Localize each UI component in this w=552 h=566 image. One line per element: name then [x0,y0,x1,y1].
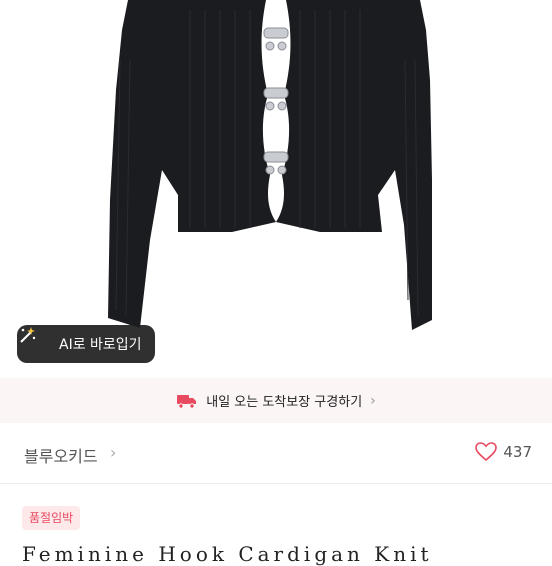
product-title: Feminine Hook Cardigan Knit [22,542,433,566]
heart-icon [475,442,498,462]
product-image[interactable]: AI로 바로입기 [0,0,552,378]
divider [0,483,552,484]
like-button[interactable]: 437 [475,442,532,462]
truck-icon [176,392,198,410]
ai-try-on-label: AI로 바로입기 [59,337,142,353]
delivery-text: 내일 오는 도착보장 구경하기 [206,395,363,410]
chevron-right-icon: › [110,443,117,462]
cardigan-illustration [108,0,432,330]
ai-try-on-button[interactable]: AI로 바로입기 [17,325,155,363]
magic-wand-icon [20,327,51,355]
shop-row: 블루오키드 › 437 [0,423,552,483]
likes-count: 437 [503,443,532,461]
delivery-guarantee-banner[interactable]: 내일 오는 도착보장 구경하기 › [0,378,552,423]
chevron-right-icon: › [370,392,376,409]
shop-name-link[interactable]: 블루오키드 [24,443,98,467]
status-badge: 품절임박 [22,506,81,530]
